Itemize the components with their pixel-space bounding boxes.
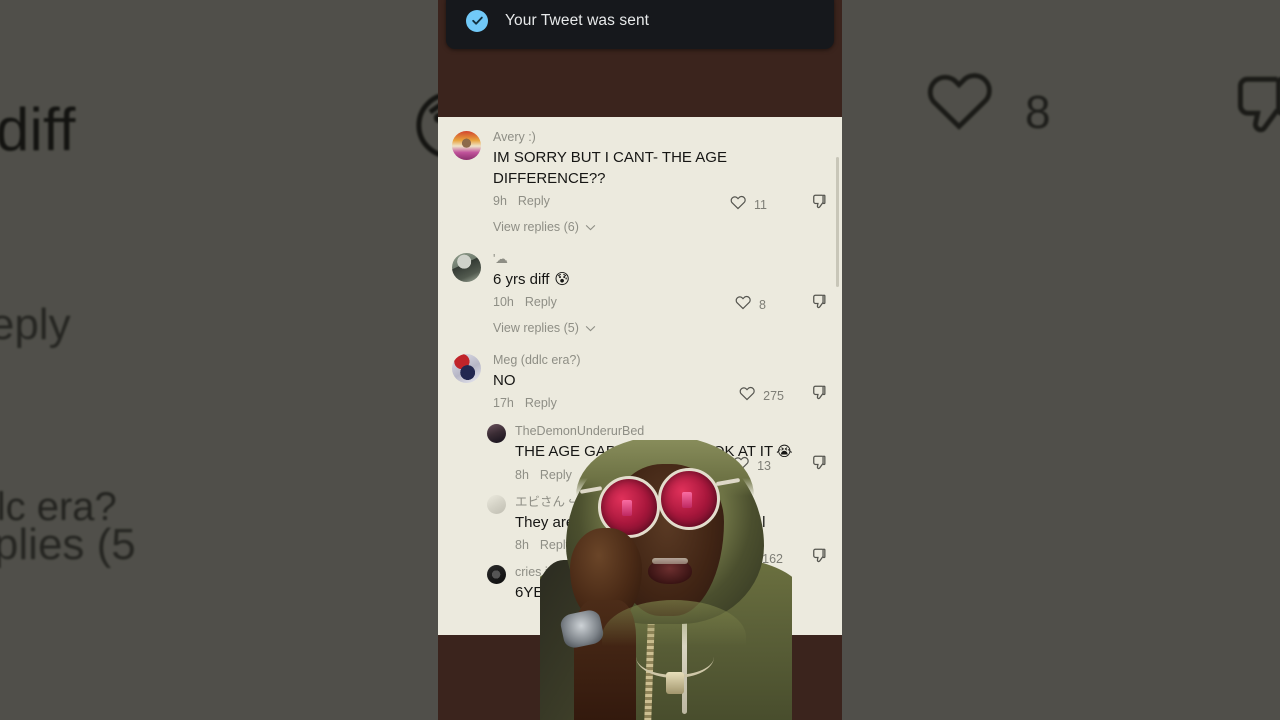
video-subject-overlay [540, 440, 792, 720]
like-count: 8 [759, 297, 766, 312]
like-button[interactable]: 8 [734, 294, 766, 316]
screen-root: '☁ 6 yrs diff 😰 10h Reply View replies (… [0, 0, 1280, 720]
like-button[interactable]: 275 [738, 385, 784, 407]
comment-text: 6 yrs diff 😰 [493, 268, 824, 290]
avatar[interactable] [487, 565, 506, 584]
toast-message: Your Tweet was sent [505, 11, 650, 29]
comment-item[interactable]: Meg (ddlc era?) NO 17h Reply 275 [438, 338, 842, 413]
view-replies-label: View replies (5) [493, 321, 579, 335]
comment-text: IM SORRY BUT I CANT- THE AGE DIFFERENCE?… [493, 149, 727, 187]
check-circle-icon [466, 9, 488, 32]
comment-username[interactable]: TheDemonUnderurBed [515, 423, 824, 440]
thumbs-down-icon[interactable] [810, 384, 828, 407]
bg-name-meg: Meg (ddlc era? [0, 485, 117, 529]
panel-scrollbar[interactable] [836, 157, 839, 287]
avatar[interactable] [487, 424, 506, 443]
avatar[interactable] [452, 131, 481, 160]
teeth [652, 558, 688, 564]
avatar[interactable] [452, 253, 481, 282]
cold-sweat-emoji: 😰 [554, 270, 571, 288]
heart-icon [738, 385, 756, 407]
sunglasses-left-glint [622, 500, 632, 516]
comment-actions: 8 [734, 293, 828, 316]
chevron-down-icon [585, 319, 596, 338]
bg-text-six-yrs: 6 yrs diff [0, 96, 76, 163]
comment-time: 10h [493, 295, 514, 309]
reply-button[interactable]: Reply [518, 192, 550, 211]
comment-username[interactable]: '☁ [493, 251, 824, 268]
bg-thumbs-down-icon-1 [1225, 70, 1280, 149]
comment-time: 17h [493, 396, 514, 410]
comment-item[interactable]: '☁ 6 yrs diff 😰 10h Reply View replies (5… [438, 237, 842, 338]
nose [652, 524, 682, 552]
thumbs-down-icon[interactable] [810, 454, 828, 477]
comment-time: 8h [515, 468, 529, 482]
reply-button[interactable]: Reply [525, 293, 557, 312]
comment-actions: 275 [738, 384, 828, 407]
bg-heart-icon-1 [920, 65, 998, 142]
avatar[interactable] [452, 354, 481, 383]
heart-icon [729, 194, 747, 216]
bg-meta-six-yrs: 10h Reply [0, 300, 71, 349]
view-replies-label: View replies (6) [493, 220, 579, 234]
thumbs-down-icon[interactable] [810, 293, 828, 316]
necklace-pendant [666, 672, 684, 694]
avatar[interactable] [487, 495, 506, 514]
heart-icon [734, 294, 752, 316]
comment-actions: 11 [729, 193, 828, 216]
tweet-sent-toast[interactable]: Your Tweet was sent [446, 0, 834, 49]
comment-time: 9h [493, 194, 507, 208]
sunglasses-right-glint [682, 492, 692, 508]
like-button[interactable]: 11 [729, 194, 767, 216]
like-count: 275 [763, 388, 784, 403]
comment-time: 8h [515, 538, 529, 552]
comment-username[interactable]: Meg (ddlc era?) [493, 352, 824, 369]
reply-button[interactable]: Reply [525, 394, 557, 413]
thumbs-down-icon[interactable] [810, 193, 828, 216]
bg-like-count-1: 8 [1025, 86, 1051, 138]
comment-text-body: 6 yrs diff [493, 271, 550, 288]
comment-item[interactable]: Avery :) IM SORRY BUT I CANT- THE AGE DI… [438, 117, 842, 237]
comment-username[interactable]: Avery :) [493, 129, 824, 146]
like-count: 11 [754, 197, 767, 212]
chevron-down-icon [585, 218, 596, 237]
